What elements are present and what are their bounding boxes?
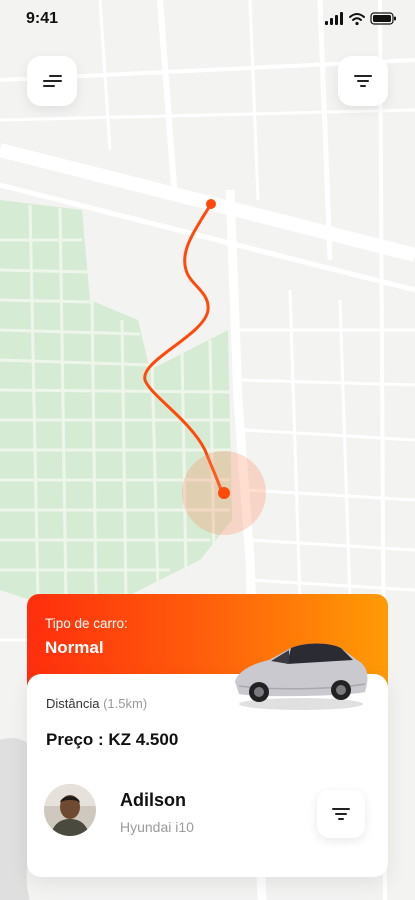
battery-icon: [370, 12, 396, 25]
status-bar: 9:41: [0, 0, 415, 40]
distance-row: Distância (1.5km): [46, 696, 147, 711]
destination-marker: [218, 487, 230, 499]
sort-lines-icon: [43, 75, 62, 87]
driver-options-button[interactable]: [317, 790, 365, 838]
driver-car-model: Hyundai i10: [120, 819, 194, 835]
price-label: Preço :: [46, 730, 104, 749]
ride-card: Tipo de carro: Normal Distância (1.5km) …: [27, 594, 388, 877]
car-type-value: Normal: [45, 638, 104, 657]
driver-name: Adilson: [120, 790, 186, 810]
route-start-marker: [206, 199, 216, 209]
car-illustration: [235, 643, 368, 710]
filter-button[interactable]: [338, 56, 388, 106]
distance-value: (1.5km): [103, 696, 148, 711]
signal-icon: [325, 12, 343, 25]
price-row: Preço : KZ 4.500: [46, 730, 178, 750]
price-value: KZ 4.500: [108, 730, 179, 749]
status-time: 9:41: [26, 10, 59, 27]
distance-label: Distância: [46, 696, 100, 711]
filter-icon: [332, 808, 350, 820]
filter-icon: [354, 75, 372, 87]
menu-button[interactable]: [27, 56, 77, 106]
wifi-icon: [349, 13, 365, 21]
status-icons: [325, 12, 397, 31]
driver-avatar[interactable]: [44, 784, 96, 836]
car-type-label: Tipo de carro:: [45, 616, 128, 631]
